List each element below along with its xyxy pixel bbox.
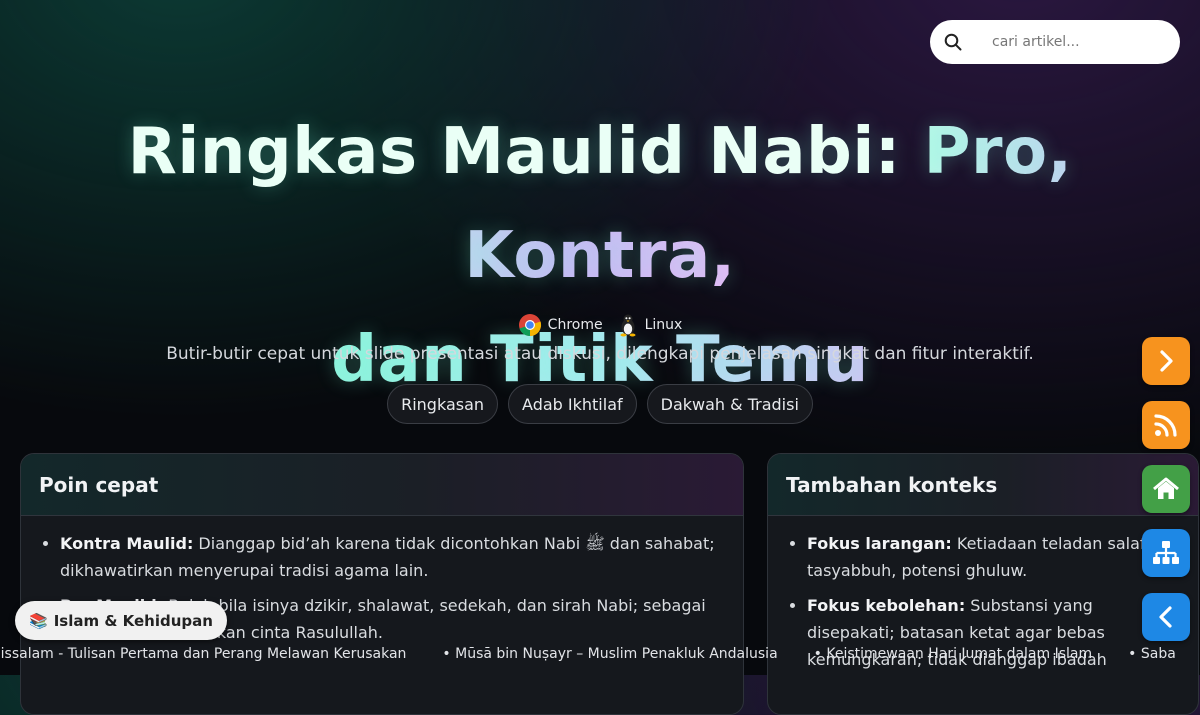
sitemap-icon: [1153, 541, 1179, 564]
category-label: Islam & Kehidupan: [53, 611, 213, 630]
list-item: Kontra Maulid: Dianggap bid’ah karena ti…: [60, 530, 725, 584]
list-item: Fokus larangan: Ketiadaan teladan salaf,…: [807, 530, 1180, 584]
news-ticker: ris ‘Alaihissalam - Tulisan Pertama dan …: [0, 640, 1200, 668]
platform-badges: Chrome Linux: [0, 313, 1200, 337]
title-part-1: Ringkas Maulid Nabi:: [127, 115, 924, 189]
page-title: Ringkas Maulid Nabi: Pro, Kontra, dan Ti…: [0, 100, 1200, 412]
tab-ringkasan[interactable]: Ringkasan: [387, 384, 499, 424]
ticker-item[interactable]: Mūsā bin Nuṣayr – Muslim Penakluk Andalu…: [442, 640, 778, 668]
books-icon: 📚: [29, 611, 48, 630]
page-subtitle: Butir-butir cepat untuk slide presentasi…: [166, 344, 1034, 364]
ticker-item[interactable]: Saba: [1128, 640, 1176, 668]
category-pill[interactable]: 📚 Islam & Kehidupan: [15, 601, 227, 640]
next-button[interactable]: [1142, 337, 1190, 385]
rss-icon: [1154, 414, 1177, 437]
card-title: Tambahan konteks: [768, 454, 1198, 516]
chevron-right-icon: [1160, 350, 1173, 372]
card-title: Poin cepat: [21, 454, 743, 516]
rss-button[interactable]: [1142, 401, 1190, 449]
search-icon[interactable]: [944, 33, 962, 51]
home-icon: [1153, 477, 1179, 499]
point-label: Kontra Maulid:: [60, 534, 194, 553]
point-label: Fokus kebolehan:: [807, 596, 966, 615]
platform-linux-label: Linux: [644, 317, 683, 333]
ticker-item[interactable]: ris ‘Alaihissalam - Tulisan Pertama dan …: [0, 640, 406, 668]
platform-linux: Linux: [617, 313, 683, 337]
tab-dakwah-tradisi[interactable]: Dakwah & Tradisi: [646, 384, 813, 424]
chrome-icon: [518, 314, 541, 337]
quick-points-card: Poin cepat Kontra Maulid: Dianggap bid’a…: [20, 453, 744, 715]
search-input[interactable]: [990, 33, 1168, 51]
search-box[interactable]: [930, 20, 1180, 64]
platform-chrome: Chrome: [518, 313, 603, 337]
context-card: Tambahan konteks Fokus larangan: Ketiada…: [767, 453, 1199, 715]
platform-chrome-label: Chrome: [547, 317, 603, 333]
linux-icon: [620, 314, 636, 337]
prev-button[interactable]: [1142, 593, 1190, 641]
chevron-left-icon: [1159, 606, 1172, 628]
point-label: Fokus larangan:: [807, 534, 952, 553]
sitemap-button[interactable]: [1142, 529, 1190, 577]
ticker-item[interactable]: Keistimewaan Hari Jumat dalam Islam: [814, 640, 1092, 668]
tab-bar: Ringkasan Adab Ikhtilaf Dakwah & Tradisi: [0, 384, 1200, 424]
home-button[interactable]: [1142, 465, 1190, 513]
tab-adab-ikhtilaf[interactable]: Adab Ikhtilaf: [508, 384, 637, 424]
